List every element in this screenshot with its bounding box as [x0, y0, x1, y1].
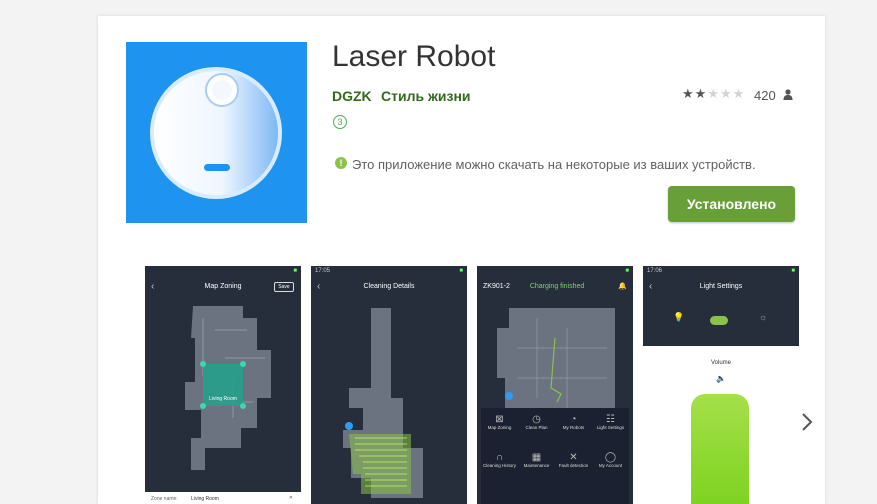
back-icon: ‹: [649, 281, 653, 292]
star-icon: ★: [694, 86, 708, 101]
screen-header: ‹ Cleaning Details: [311, 276, 467, 298]
ratings-count: 420: [754, 88, 776, 103]
zone-name-bar: Zone name: Living Room ✕: [145, 492, 301, 504]
menu-cleaning-history: ∩ Cleaning History: [482, 452, 516, 468]
content-rating-badge: 3: [333, 115, 347, 129]
screenshot-light-settings[interactable]: 17:06 ■ ‹ Light Settings 💡 ☼ Volume 🔈: [643, 266, 799, 504]
close-icon: ✕: [288, 495, 293, 501]
robot-status: Charging finished: [529, 283, 585, 290]
person-icon: [783, 89, 793, 100]
status-bar: ■: [293, 268, 297, 274]
home-map: [497, 308, 615, 408]
star-icon: ★: [719, 86, 733, 101]
robot-name: ZK901-2: [483, 283, 510, 290]
light-off-icon: 💡: [673, 312, 685, 322]
light-toggle: [710, 316, 728, 325]
robot-vacuum-icon: [150, 67, 282, 199]
menu-clean-plan: ◷ Clean Plan: [525, 414, 548, 430]
volume-slider: [691, 394, 749, 504]
floor-map: [185, 306, 271, 470]
star-icon: ★: [732, 86, 746, 101]
save-button: Save: [274, 282, 294, 292]
screen-title: Map Zoning: [204, 283, 242, 290]
screenshot-robot-home[interactable]: ■ ZK901-2 Charging finished 🔔 ⊠ Map Zonin…: [477, 266, 633, 504]
status-bar: 17:06 ■: [643, 266, 799, 276]
screenshot-cleaning-details[interactable]: 17:05 ■ ‹ Cleaning Details: [311, 266, 467, 504]
screenshot-map-zoning[interactable]: ■ ‹ Map Zoning Save Living Room Zone nam…: [145, 266, 301, 504]
status-bar: 17:05 ■: [315, 268, 463, 274]
back-icon: ‹: [151, 281, 155, 292]
screen-title: Cleaning Details: [363, 283, 415, 290]
bell-icon: 🔔: [618, 283, 627, 290]
app-icon: [126, 42, 307, 223]
developer-link[interactable]: DGZK: [332, 88, 372, 104]
screen-header: ZK901-2 Charging finished 🔔: [477, 276, 633, 298]
screen-header: ‹ Light Settings: [643, 276, 799, 298]
star-rating: ★★★★★: [682, 86, 745, 102]
light-on-icon: ☼: [759, 312, 768, 322]
volume-label: Volume: [710, 360, 731, 366]
menu-maintenance: ▦ Maintenance: [523, 452, 550, 468]
menu-light-settings: ☷ Light Settings: [596, 414, 625, 430]
menu-my-robots: ◔ My Robots: [562, 414, 585, 430]
chevron-right-icon[interactable]: [797, 410, 817, 434]
compatibility-notice: Это приложение можно скачать на некоторы…: [352, 157, 756, 172]
menu-fault-detection: ✕ Fault detection: [558, 452, 589, 468]
speaker-icon: 🔈: [716, 374, 726, 383]
star-icon: ★: [707, 86, 720, 101]
info-icon: !: [335, 157, 347, 169]
function-menu: ⊠ Map Zoning ◷ Clean Plan ◔ My Robots ☷ Ligh…: [481, 408, 629, 504]
app-title: Laser Robot: [332, 40, 496, 73]
install-button[interactable]: Установлено: [668, 186, 795, 222]
menu-map-zoning: ⊠ Map Zoning: [487, 414, 512, 430]
menu-my-account: ◯ My Account: [598, 452, 623, 468]
zone-room-label: Living Room: [209, 396, 237, 402]
category-link[interactable]: Стиль жизни: [381, 88, 471, 104]
star-icon: ★: [682, 86, 695, 101]
screen-header: ‹ Map Zoning Save: [145, 276, 301, 298]
cleaning-map: [343, 308, 423, 498]
screen-title: Light Settings: [699, 283, 743, 290]
status-bar: ■: [625, 268, 629, 274]
app-details-card: Laser Robot DGZK Стиль жизни 3 ★★★★★ 420…: [98, 16, 825, 504]
light-toggle-row: 💡 ☼: [643, 298, 799, 346]
back-icon: ‹: [317, 281, 321, 292]
